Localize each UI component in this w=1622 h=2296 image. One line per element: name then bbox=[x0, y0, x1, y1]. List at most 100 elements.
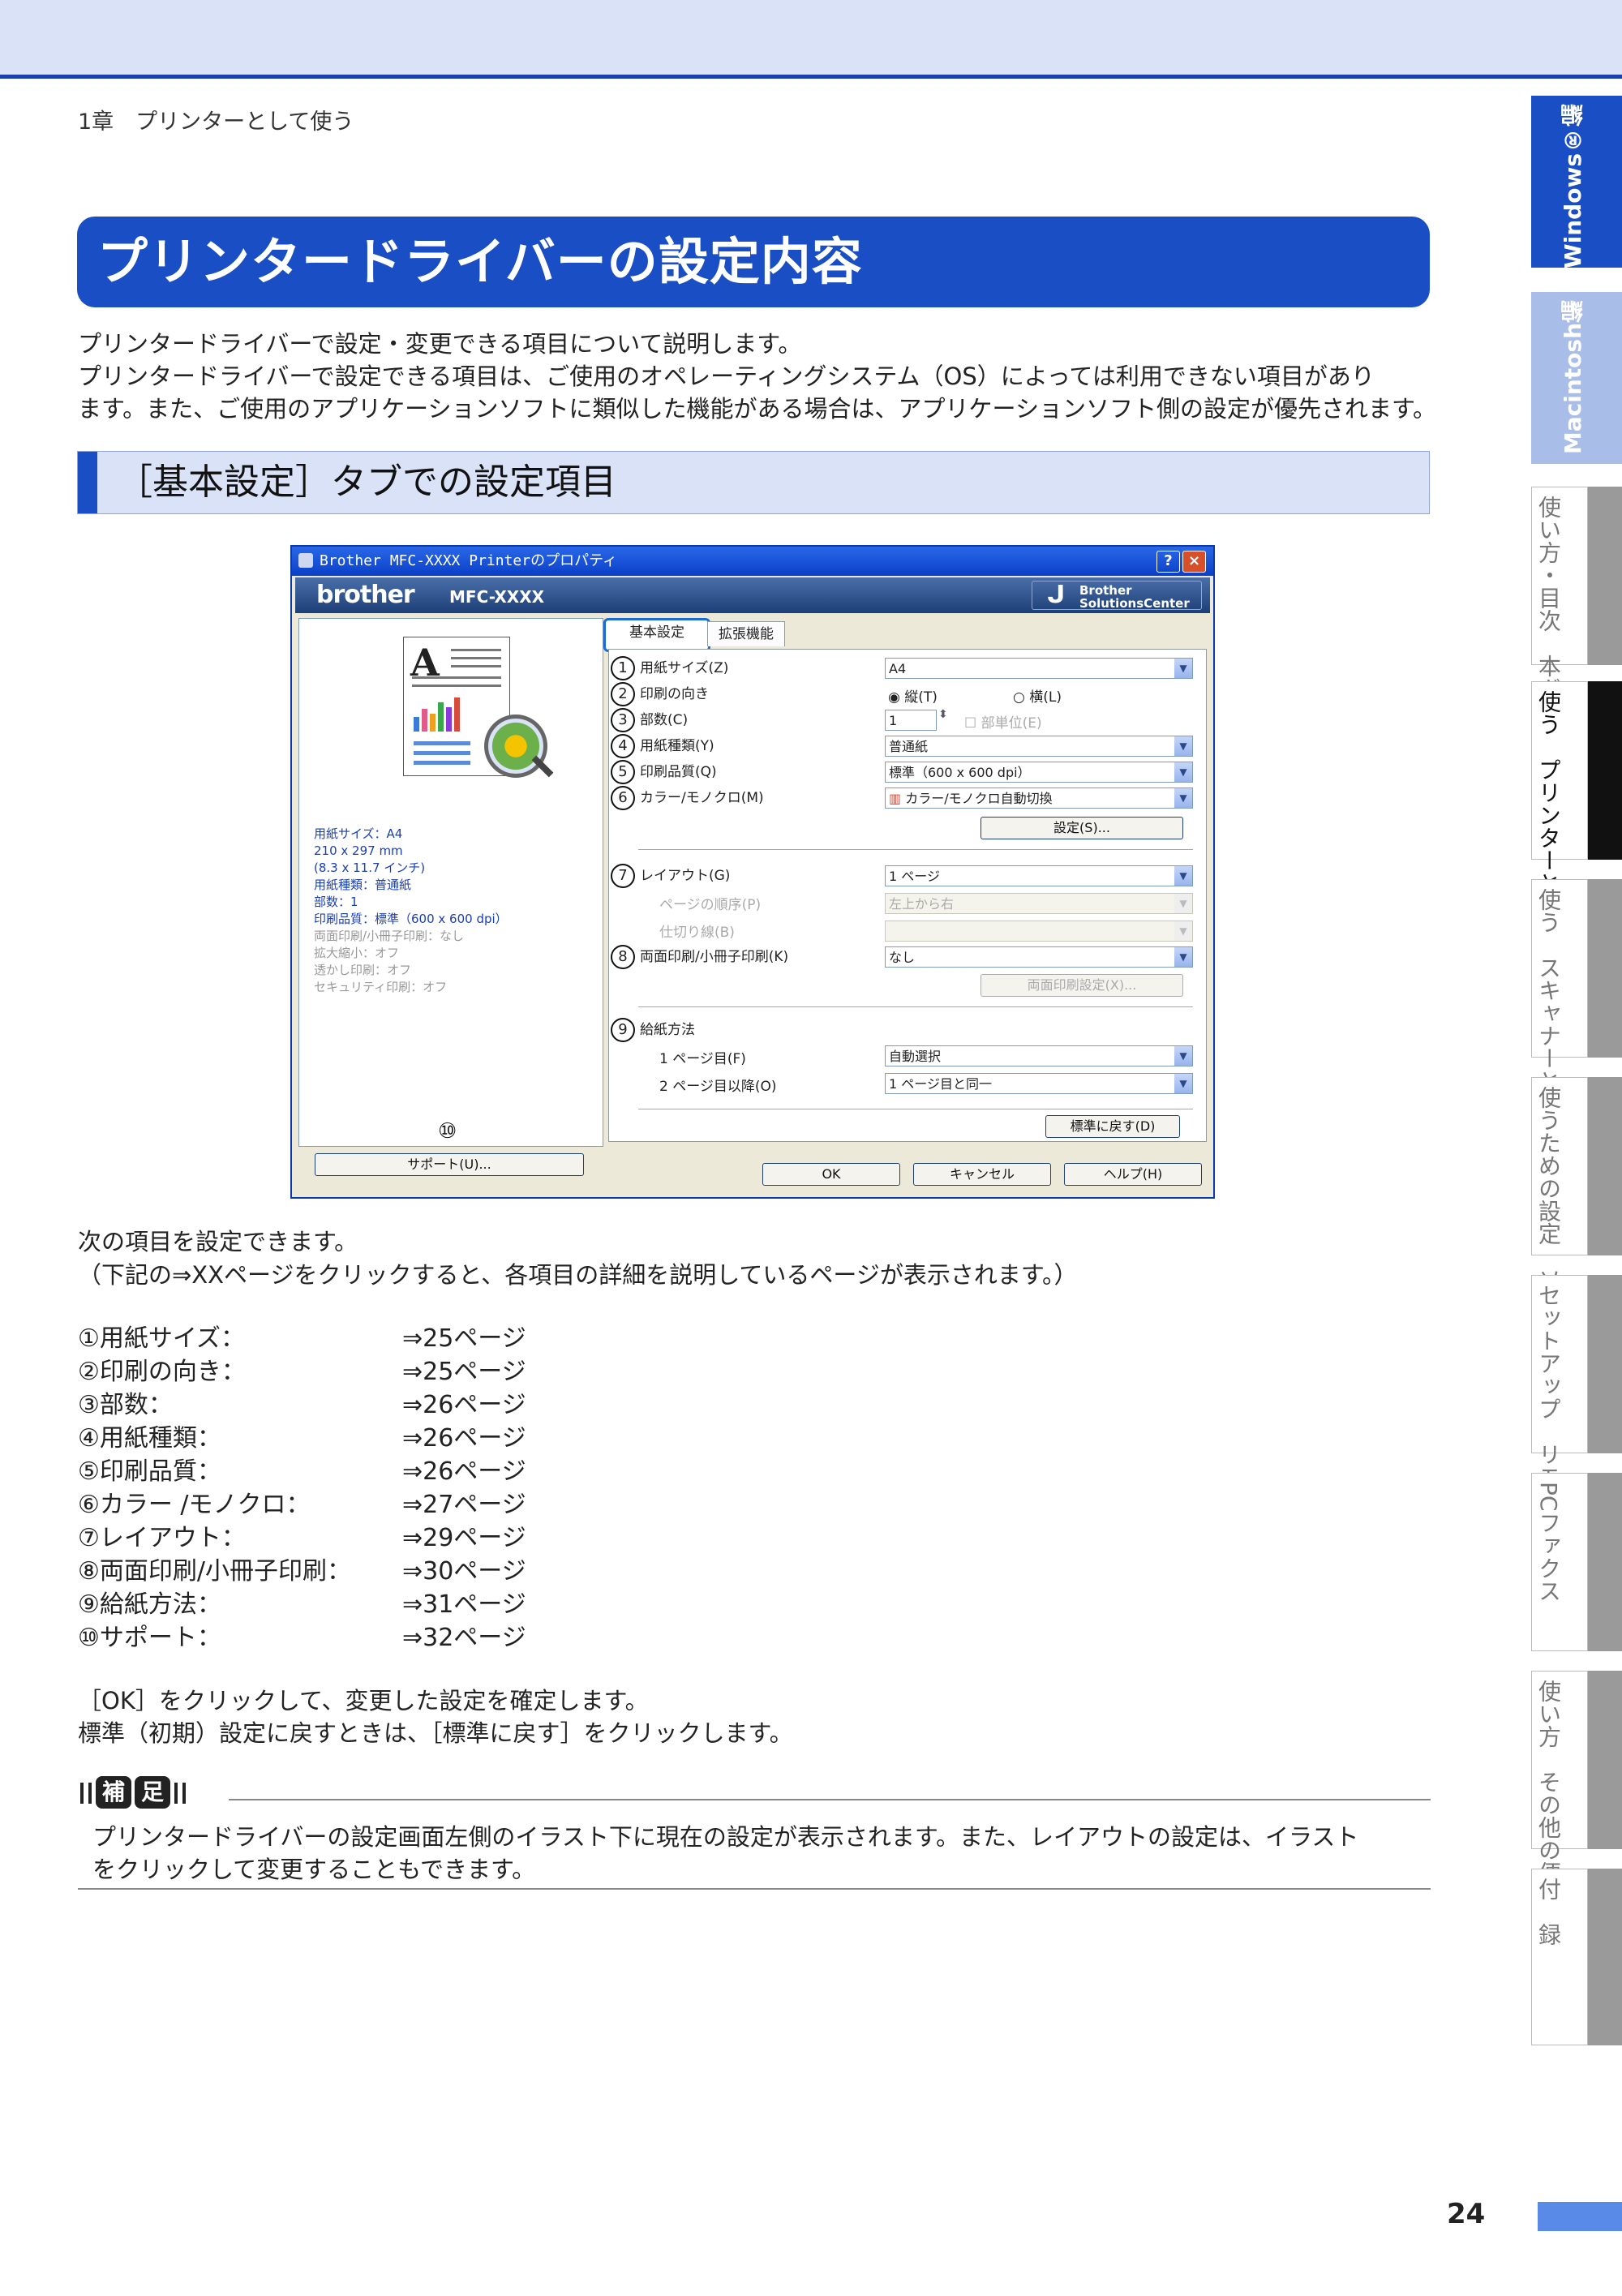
page-link[interactable]: ⇒30ページ bbox=[402, 1555, 526, 1588]
item-name: ③部数： bbox=[78, 1391, 173, 1419]
duplex-value: なし bbox=[889, 950, 916, 965]
solutions-center-icon: ᒍ bbox=[1047, 581, 1066, 609]
setting-line: 透かし印刷：オフ bbox=[314, 963, 412, 977]
tab-advanced[interactable]: 拡張機能 bbox=[707, 621, 785, 646]
landscape-radio[interactable]: ○ 横(L) bbox=[1013, 685, 1062, 706]
chevron-down-icon: ▼ bbox=[1174, 762, 1192, 782]
tab-basic[interactable]: 基本設定 bbox=[603, 618, 710, 652]
callout-7: 7 bbox=[611, 864, 635, 888]
preview-chart-icon bbox=[412, 694, 470, 732]
section-title: ［基本設定］タブでの設定項目 bbox=[117, 461, 616, 503]
border-line-select[interactable]: ▼ bbox=[885, 921, 1193, 942]
setting-line: 拡大縮小：オフ bbox=[314, 946, 400, 960]
paper-size-select[interactable]: A4 ▼ bbox=[885, 658, 1193, 679]
duplex-text: 両面印刷/小冊子印刷(K) bbox=[640, 949, 789, 965]
side-tab-appendix[interactable]: 付 録 bbox=[1531, 1869, 1622, 2045]
color-text: カラー/モノクロ(M) bbox=[640, 790, 764, 806]
preview-line bbox=[451, 665, 501, 667]
side-tab-edge bbox=[1588, 1077, 1622, 1255]
page-link[interactable]: ⇒26ページ bbox=[402, 1422, 526, 1455]
chevron-down-icon: ▼ bbox=[1174, 947, 1192, 967]
layout-value: 1 ページ bbox=[889, 869, 940, 884]
printer-properties-dialog: Brother MFC-XXXX Printerのプロパティ ? × broth… bbox=[290, 545, 1215, 1199]
default-button[interactable]: 標準に戻す(D) bbox=[1045, 1115, 1180, 1138]
setting-line: (8.3 x 11.7 インチ) bbox=[314, 860, 426, 875]
solutions-center-label: Brother bbox=[1079, 583, 1132, 598]
magnifier-icon bbox=[484, 715, 547, 778]
page-link[interactable]: ⇒26ページ bbox=[402, 1388, 526, 1422]
side-tab-printer[interactable]: 使う プリンターとして bbox=[1531, 681, 1622, 940]
page-link[interactable]: ⇒27ページ bbox=[402, 1488, 526, 1521]
duplex-settings-button[interactable]: 両面印刷設定(X)... bbox=[980, 974, 1183, 997]
chevron-down-icon: ▼ bbox=[1174, 1046, 1192, 1066]
copies-input[interactable]: 1 bbox=[885, 710, 937, 731]
help-button[interactable]: ヘルプ(H) bbox=[1064, 1163, 1202, 1186]
chevron-down-icon: ▼ bbox=[1174, 921, 1192, 941]
item-name: ⑩サポート： bbox=[78, 1624, 221, 1652]
side-tab-guide[interactable]: 使い方・目次 本ガイドの bbox=[1531, 487, 1622, 768]
page-link[interactable]: ⇒26ページ bbox=[402, 1455, 526, 1488]
support-button[interactable]: サポート(U)... bbox=[315, 1153, 584, 1176]
settings-button[interactable]: 設定(S)... bbox=[980, 817, 1183, 839]
page-order-value: 左上から右 bbox=[889, 896, 955, 912]
first-page-label: 1 ページ目(F) bbox=[659, 1051, 746, 1067]
side-tab-scanner[interactable]: 使う スキャナーとして bbox=[1531, 879, 1622, 1138]
close-button[interactable]: × bbox=[1182, 551, 1206, 573]
media-type-label: 4 用紙種類(Y) bbox=[611, 734, 714, 758]
callout-8: 8 bbox=[611, 945, 635, 969]
side-tab-windows[interactable]: Windows®編 bbox=[1531, 96, 1622, 268]
portrait-radio[interactable]: ◉ 縦(T) bbox=[888, 685, 938, 706]
ok-button[interactable]: OK bbox=[762, 1163, 900, 1186]
border-line-label: 仕切り線(B) bbox=[659, 925, 735, 941]
brand-logo: brother bbox=[316, 581, 415, 609]
paper-source-text: 給紙方法 bbox=[640, 1022, 695, 1038]
note-bar-icon bbox=[88, 1783, 92, 1804]
side-tab-label: PCファクス bbox=[1535, 1482, 1562, 1603]
collate-checkbox[interactable]: ☐ 部単位(E) bbox=[964, 711, 1042, 732]
note-label-char: 補 bbox=[96, 1776, 132, 1809]
quality-select[interactable]: 標準（600 x 600 dpi） ▼ bbox=[885, 762, 1193, 783]
note-bar-icon bbox=[182, 1783, 187, 1804]
color-select[interactable]: ▥ カラー/モノクロ自動切換 ▼ bbox=[885, 788, 1193, 809]
first-page-select[interactable]: 自動選択 ▼ bbox=[885, 1045, 1193, 1066]
page-link[interactable]: ⇒25ページ bbox=[402, 1322, 526, 1355]
dialog-titlebar: Brother MFC-XXXX Printerのプロパティ ? × bbox=[292, 547, 1213, 576]
copies-value: 1 bbox=[889, 713, 898, 728]
side-tab-pc-fax[interactable]: PCファクス bbox=[1531, 1473, 1622, 1651]
layout-select[interactable]: 1 ページ ▼ bbox=[885, 865, 1193, 886]
model-name: MFC-XXXX bbox=[449, 587, 545, 607]
setting-line: 印刷品質：標準（600 x 600 dpi） bbox=[314, 912, 508, 926]
page-link[interactable]: ⇒29ページ bbox=[402, 1521, 526, 1555]
side-tab-remote-setup[interactable]: セットアップ リモート bbox=[1531, 1275, 1622, 1534]
duplex-select[interactable]: なし ▼ bbox=[885, 946, 1193, 968]
section-heading-bar bbox=[78, 452, 97, 513]
solutions-center-button[interactable]: ᒍ Brother SolutionsCenter bbox=[1032, 581, 1202, 610]
copies-spinner[interactable]: ⬍ bbox=[938, 708, 948, 721]
note-bottom-rule bbox=[78, 1888, 1431, 1890]
side-tab-macintosh[interactable]: Macintosh編 bbox=[1531, 292, 1622, 464]
page-link[interactable]: ⇒32ページ bbox=[402, 1621, 526, 1654]
color-mode-icon: ▥ bbox=[889, 791, 906, 806]
side-tab-software[interactable]: 使うための設定 ソフトウェアを bbox=[1531, 1077, 1622, 1427]
orientation-text: 印刷の向き bbox=[640, 686, 709, 702]
other-pages-select[interactable]: 1 ページ目と同一 ▼ bbox=[885, 1073, 1193, 1094]
cancel-button[interactable]: キャンセル bbox=[913, 1163, 1051, 1186]
chevron-down-icon: ▼ bbox=[1174, 1074, 1192, 1093]
page-number: 24 bbox=[1447, 2198, 1486, 2230]
item-name: ④用紙種類： bbox=[78, 1424, 221, 1453]
media-type-select[interactable]: 普通紙 ▼ bbox=[885, 736, 1193, 757]
page-link[interactable]: ⇒25ページ bbox=[402, 1355, 526, 1388]
dialog-title: Brother MFC-XXXX Printerのプロパティ bbox=[320, 552, 618, 569]
reset-instruction: 標準（初期）設定に戻すときは、［標準に戻す］をクリックします。 bbox=[78, 1719, 793, 1747]
callout-6: 6 bbox=[611, 786, 635, 810]
page-order-select[interactable]: 左上から右 ▼ bbox=[885, 893, 1193, 914]
intro-text: プリンタードライバーで設定・変更できる項目について説明します。 プリンタードライ… bbox=[78, 328, 1440, 425]
preview-line bbox=[451, 657, 501, 659]
first-page-value: 自動選択 bbox=[889, 1049, 942, 1064]
item-name: ①用紙サイズ： bbox=[78, 1324, 245, 1353]
side-tab-other[interactable]: 使い方 その他の便利な bbox=[1531, 1671, 1622, 1929]
page-order-label: ページの順序(P) bbox=[659, 897, 762, 913]
note-label: 補足 bbox=[78, 1776, 188, 1810]
help-title-button[interactable]: ? bbox=[1156, 551, 1180, 573]
page-link[interactable]: ⇒31ページ bbox=[402, 1588, 526, 1621]
